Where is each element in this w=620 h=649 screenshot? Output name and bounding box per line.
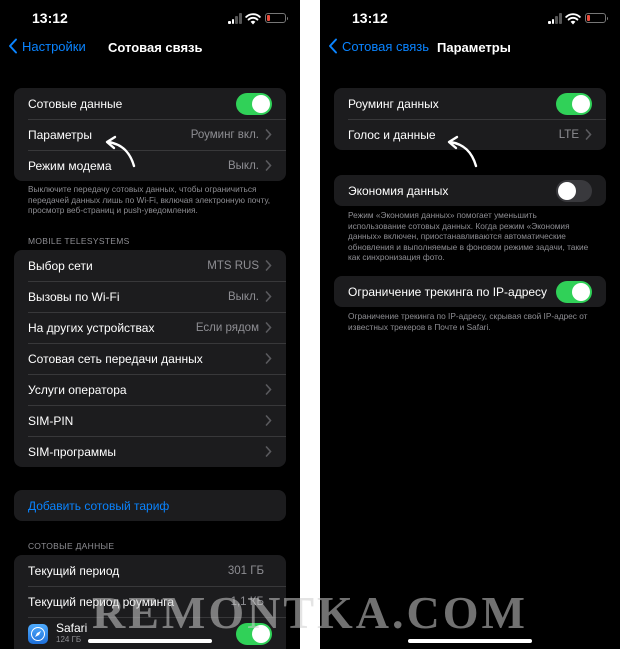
- row-label: Вызовы по Wi-Fi: [28, 289, 120, 304]
- add-plan-group: Добавить сотовый тариф: [14, 490, 286, 521]
- low-data-row: Экономия данных: [334, 175, 606, 206]
- status-time: 13:12: [352, 10, 388, 26]
- chevron-left-icon: [9, 38, 17, 54]
- options-row[interactable]: Параметры Роуминг вкл.: [14, 119, 286, 150]
- low-data-label: Экономия данных: [348, 183, 449, 198]
- chevron-left-icon: [329, 38, 337, 54]
- wifi-calling-row[interactable]: Вызовы по Wi-Fi Выкл.: [14, 281, 286, 312]
- carrier-services-row[interactable]: Услуги оператора: [14, 374, 286, 405]
- back-button-label: Сотовая связь: [342, 38, 430, 54]
- carrier-group: Выбор сети MTS RUS Вызовы по Wi-Fi Выкл.…: [14, 250, 286, 467]
- chevron-right-icon: [265, 322, 272, 333]
- row-value: 1,1 КБ: [230, 595, 264, 608]
- battery-icon: [265, 13, 288, 23]
- chevron-right-icon: [265, 384, 272, 395]
- low-data-note: Режим «Экономия данных» помогает уменьши…: [348, 210, 589, 263]
- current-period-row: Текущий период 301 ГБ: [14, 555, 286, 586]
- back-button[interactable]: Сотовая связь: [328, 38, 429, 54]
- low-data-toggle[interactable]: [556, 179, 592, 202]
- carrier-section-header: MOBILE TELESYSTEMS: [28, 236, 130, 246]
- chevron-right-icon: [265, 260, 272, 271]
- safari-data-toggle[interactable]: [236, 623, 272, 645]
- safari-usage-row: Safari 124 ГБ: [14, 617, 286, 649]
- roaming-label: Роуминг данных: [348, 96, 439, 111]
- row-value: MTS RUS: [207, 259, 259, 272]
- row-label: Выбор сети: [28, 258, 93, 273]
- roaming-toggle[interactable]: [556, 92, 592, 115]
- back-button-label: Настройки: [22, 38, 86, 54]
- chevron-right-icon: [265, 353, 272, 364]
- ip-tracking-note: Ограничение трекинга по IP-адресу, скрыв…: [348, 311, 588, 332]
- ip-tracking-group: Ограничение трекинга по IP-адресу: [334, 276, 606, 307]
- chevron-right-icon: [265, 160, 272, 171]
- cellular-data-label: Сотовые данные: [28, 96, 123, 111]
- cellular-data-toggle[interactable]: [236, 92, 272, 115]
- row-label: SIM-PIN: [28, 413, 74, 428]
- cell-signal-icon: [228, 13, 242, 24]
- row-value: Если рядом: [195, 321, 259, 334]
- app-name: Safari: [56, 621, 88, 635]
- back-button[interactable]: Настройки: [8, 38, 86, 54]
- sim-pin-row[interactable]: SIM-PIN: [14, 405, 286, 436]
- low-data-group: Экономия данных: [334, 175, 606, 206]
- ip-tracking-label: Ограничение трекинга по IP-адресу: [348, 284, 548, 299]
- hotspot-row[interactable]: Режим модема Выкл.: [14, 150, 286, 181]
- status-bar: 13:12: [320, 10, 620, 28]
- add-plan-button[interactable]: Добавить сотовый тариф: [14, 490, 286, 521]
- safari-icon: [28, 624, 48, 644]
- home-indicator: [408, 639, 532, 643]
- chevron-right-icon: [265, 446, 272, 457]
- cellular-data-network-row[interactable]: Сотовая сеть передачи данных: [14, 343, 286, 374]
- roaming-row: Роуминг данных: [334, 88, 606, 119]
- row-value: 301 ГБ: [227, 564, 264, 577]
- ip-tracking-row: Ограничение трекинга по IP-адресу: [334, 276, 606, 307]
- cellular-main-group: Сотовые данные Параметры Роуминг вкл. Ре…: [14, 88, 286, 181]
- row-label: Услуги оператора: [28, 382, 127, 397]
- annotation-arrow: [105, 135, 136, 168]
- row-label: На других устройствах: [28, 320, 155, 335]
- sim-apps-row[interactable]: SIM-программы: [14, 436, 286, 467]
- left-phone-screen: 13:12 Настройки Сотовая связь Сотовые да…: [0, 0, 300, 649]
- chevron-right-icon: [265, 415, 272, 426]
- options-value: Роуминг вкл.: [190, 128, 259, 141]
- wifi-icon: [245, 13, 261, 25]
- row-label: Текущий период: [28, 563, 120, 578]
- row-value: Выкл.: [227, 290, 259, 303]
- annotation-arrow: [447, 135, 478, 168]
- battery-icon: [585, 13, 608, 23]
- chevron-right-icon: [585, 129, 592, 140]
- status-time: 13:12: [32, 10, 68, 26]
- other-devices-row[interactable]: На других устройствах Если рядом: [14, 312, 286, 343]
- home-indicator: [88, 639, 212, 643]
- data-usage-header: СОТОВЫЕ ДАННЫЕ: [28, 541, 115, 551]
- voice-data-value: LTE: [558, 128, 579, 141]
- cellular-data-note: Выключите передачу сотовых данных, чтобы…: [28, 184, 271, 216]
- chevron-right-icon: [265, 129, 272, 140]
- cell-signal-icon: [548, 13, 562, 24]
- wifi-icon: [565, 13, 581, 25]
- status-bar: 13:12: [0, 10, 300, 28]
- data-usage-group: Текущий период 301 ГБ Текущий период роу…: [14, 555, 286, 649]
- ip-tracking-toggle[interactable]: [556, 280, 592, 303]
- navigation-bar: Сотовая связь Параметры: [320, 38, 620, 60]
- roaming-period-row: Текущий период роуминга 1,1 КБ: [14, 586, 286, 617]
- chevron-right-icon: [265, 291, 272, 302]
- right-phone-screen: 13:12 Сотовая связь Параметры Роуминг да…: [320, 0, 620, 649]
- navigation-bar: Настройки Сотовая связь: [0, 38, 300, 60]
- network-selection-row[interactable]: Выбор сети MTS RUS: [14, 250, 286, 281]
- page-title: Сотовая связь: [108, 40, 203, 55]
- page-title: Параметры: [437, 40, 511, 55]
- row-label: Сотовая сеть передачи данных: [28, 351, 203, 366]
- add-plan-label: Добавить сотовый тариф: [28, 498, 170, 513]
- cellular-data-row: Сотовые данные: [14, 88, 286, 119]
- hotspot-value: Выкл.: [227, 159, 259, 172]
- row-label: SIM-программы: [28, 444, 117, 459]
- row-label: Текущий период роуминга: [28, 594, 175, 609]
